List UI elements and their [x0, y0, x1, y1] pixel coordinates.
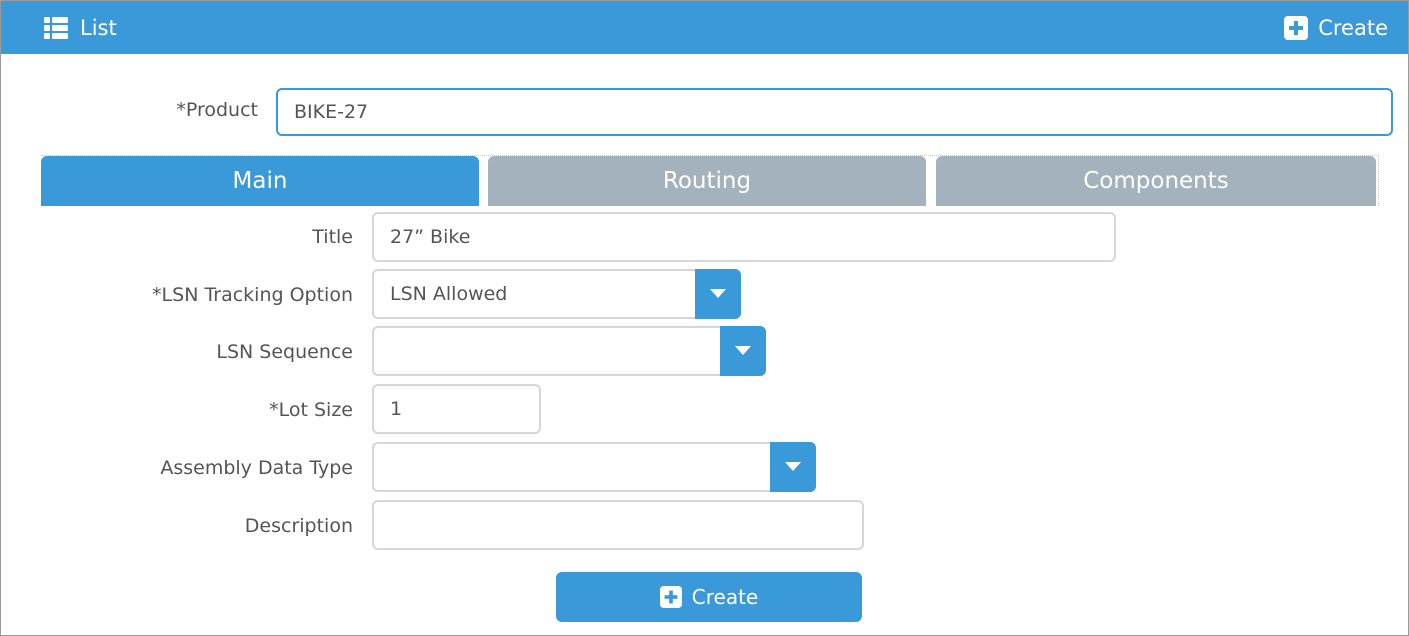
lsn-sequence-label: LSN Sequence — [216, 341, 353, 363]
plus-square-icon — [659, 586, 682, 608]
lot-size-label: *Lot Size — [269, 399, 353, 421]
assembly-data-type-select[interactable] — [372, 442, 816, 492]
tab-bar: Main Routing Components — [41, 155, 1379, 206]
create-button-label: Create — [691, 585, 759, 609]
lsn-sequence-dropdown-button[interactable] — [720, 326, 766, 376]
lsn-tracking-dropdown-button[interactable] — [695, 269, 741, 319]
description-input[interactable] — [372, 500, 864, 550]
assembly-data-type-dropdown-button[interactable] — [770, 442, 816, 492]
title-label: Title — [312, 226, 353, 248]
list-label: List — [80, 16, 117, 40]
app-window: List Create *Product Main Routing Compon… — [0, 0, 1409, 636]
lsn-tracking-value: LSN Allowed — [390, 283, 508, 305]
title-input[interactable] — [372, 212, 1116, 262]
lot-size-input[interactable] — [372, 384, 541, 434]
list-button[interactable]: List — [44, 14, 117, 42]
header-bar: List Create — [1, 1, 1408, 54]
plus-square-icon — [1284, 16, 1309, 40]
chevron-down-icon — [785, 462, 801, 471]
product-label: *Product — [176, 99, 258, 121]
product-input[interactable] — [276, 88, 1393, 136]
lsn-tracking-label: *LSN Tracking Option — [152, 284, 353, 306]
chevron-down-icon — [735, 346, 751, 355]
lsn-tracking-select[interactable]: LSN Allowed — [372, 269, 741, 319]
tab-main[interactable]: Main — [41, 156, 479, 206]
description-label: Description — [244, 515, 353, 537]
header-create-label: Create — [1318, 16, 1388, 40]
tab-components[interactable]: Components — [936, 156, 1376, 206]
tab-routing[interactable]: Routing — [488, 156, 926, 206]
list-icon — [44, 17, 68, 39]
header-create-button[interactable]: Create — [1284, 14, 1388, 42]
chevron-down-icon — [710, 289, 726, 298]
assembly-data-type-label: Assembly Data Type — [160, 457, 353, 479]
lsn-sequence-select[interactable] — [372, 326, 766, 376]
create-button[interactable]: Create — [556, 572, 862, 622]
